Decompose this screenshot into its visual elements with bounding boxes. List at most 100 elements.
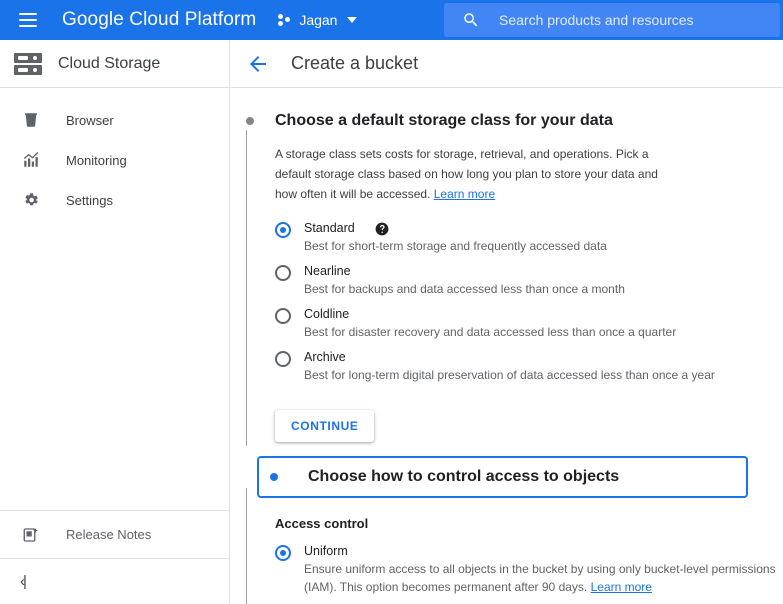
step-connector-line (246, 488, 247, 604)
main-content: Create a bucket Choose a default storage… (230, 40, 783, 604)
radio-label-wrap: Standard (304, 220, 607, 237)
radio-button[interactable] (275, 265, 291, 281)
project-name: Jagan (299, 12, 338, 28)
wizard-step-access-control: Choose how to control access to objects … (230, 446, 783, 604)
step-header[interactable]: Choose a default storage class for your … (246, 100, 783, 142)
radio-text: Nearline Best for backups and data acces… (304, 263, 625, 298)
storage-class-radio-group: Standard Best for short-term storage and… (275, 220, 783, 384)
storage-slot (18, 67, 28, 72)
radio-option-standard[interactable]: Standard Best for short-term storage and… (275, 220, 783, 255)
help-icon[interactable] (375, 222, 389, 236)
cloud-storage-icon (12, 51, 44, 77)
access-control-radio-group: Uniform Ensure uniform access to all obj… (275, 543, 783, 604)
hamburger-line (19, 25, 37, 27)
radio-sublabel: Best for long-term digital preservation … (304, 368, 715, 382)
step-title: Choose how to control access to objects (308, 468, 620, 485)
radio-option-nearline[interactable]: Nearline Best for backups and data acces… (275, 263, 783, 298)
radio-sublabel-text: Ensure uniform access to all objects in … (304, 562, 776, 594)
learn-more-link[interactable]: Learn more (434, 187, 495, 201)
page-body: Cloud Storage Browser Monitoring Setting… (0, 40, 783, 604)
storage-led (33, 55, 37, 60)
radio-label: Standard (304, 221, 355, 235)
project-selector-icon (278, 13, 292, 27)
radio-option-coldline[interactable]: Coldline Best for disaster recovery and … (275, 306, 783, 341)
radio-sublabel: Best for disaster recovery and data acce… (304, 325, 677, 339)
sidebar: Cloud Storage Browser Monitoring Setting… (0, 40, 230, 604)
radio-label: Archive (304, 350, 346, 364)
project-dot (285, 17, 291, 22)
storage-slot (18, 55, 28, 60)
storage-led (33, 67, 37, 72)
hamburger-menu-icon[interactable] (8, 0, 48, 40)
radio-label-wrap: Archive (304, 349, 715, 366)
radio-text: Uniform Ensure uniform access to all obj… (304, 543, 783, 596)
collapse-sidebar-icon[interactable]: ‹| (0, 558, 229, 604)
radio-sublabel: Best for short-term storage and frequent… (304, 239, 607, 253)
storage-bar (14, 64, 42, 75)
sidebar-item-monitoring[interactable]: Monitoring (0, 140, 229, 180)
gear-icon (25, 193, 38, 206)
search-input[interactable] (499, 12, 749, 28)
step-connector-line (246, 130, 247, 446)
brand-title[interactable]: Google Cloud Platform (62, 9, 256, 31)
storage-bar (14, 52, 42, 63)
sidebar-item-release-notes[interactable]: Release Notes (0, 510, 229, 558)
continue-button[interactable]: CONTINUE (275, 410, 375, 442)
radio-label-wrap: Uniform (304, 543, 783, 560)
sidebar-product-title: Cloud Storage (58, 54, 161, 72)
search-box[interactable] (444, 3, 780, 37)
radio-text: Standard Best for short-term storage and… (304, 220, 607, 255)
project-selector[interactable]: Jagan (274, 5, 361, 35)
radio-label: Uniform (304, 544, 348, 558)
wizard-scroll-area: Choose a default storage class for your … (230, 88, 783, 604)
sidebar-item-label: Browser (66, 112, 114, 128)
sidebar-item-settings[interactable]: Settings (0, 180, 229, 220)
radio-option-uniform[interactable]: Uniform Ensure uniform access to all obj… (275, 543, 783, 596)
sidebar-nav: Browser Monitoring Settings (0, 88, 229, 220)
step-bullet-icon (246, 117, 254, 125)
release-notes-icon (23, 527, 38, 542)
radio-sublabel: Ensure uniform access to all objects in … (304, 562, 776, 594)
step-title: Choose a default storage class for your … (275, 112, 613, 129)
hamburger-line (19, 13, 37, 15)
sidebar-item-browser[interactable]: Browser (0, 100, 229, 140)
sidebar-item-label: Monitoring (66, 152, 127, 168)
bucket-icon (25, 113, 37, 127)
chart-icon (23, 152, 39, 167)
sidebar-item-label: Release Notes (66, 527, 152, 542)
learn-more-link[interactable]: Learn more (591, 580, 652, 594)
radio-sublabel: Best for backups and data accessed less … (304, 282, 625, 296)
radio-label-wrap: Nearline (304, 263, 625, 280)
collapse-sidebar-glyph: ‹| (20, 573, 27, 590)
main-header: Create a bucket (230, 40, 783, 88)
chevron-down-icon (347, 17, 358, 23)
step-header[interactable]: Choose how to control access to objects (257, 456, 748, 498)
sidebar-item-label: Settings (66, 192, 113, 208)
back-arrow-icon[interactable] (246, 52, 270, 76)
hamburger-line (19, 19, 37, 21)
wizard-step-storage-class: Choose a default storage class for your … (230, 88, 783, 446)
radio-option-archive[interactable]: Archive Best for long-term digital prese… (275, 349, 783, 384)
step-body: Access control Uniform Ensure uniform ac… (275, 498, 783, 604)
radio-button[interactable] (275, 351, 291, 367)
radio-label-wrap: Coldline (304, 306, 676, 323)
radio-button[interactable] (275, 222, 291, 238)
step-bullet-icon (270, 473, 278, 481)
radio-text: Archive Best for long-term digital prese… (304, 349, 715, 384)
radio-label: Coldline (304, 307, 350, 321)
step-description: A storage class sets costs for storage, … (275, 144, 680, 204)
radio-button[interactable] (275, 545, 291, 561)
search-icon (464, 13, 478, 27)
top-app-bar: Google Cloud Platform Jagan (0, 0, 783, 40)
step-body: A storage class sets costs for storage, … (275, 144, 783, 446)
radio-text: Coldline Best for disaster recovery and … (304, 306, 676, 341)
radio-label: Nearline (304, 264, 351, 278)
app-root: Google Cloud Platform Jagan Search produ… (0, 0, 783, 604)
project-dot (278, 14, 284, 19)
radio-button[interactable] (275, 308, 291, 324)
access-control-heading: Access control (275, 516, 369, 531)
project-dot (278, 21, 284, 26)
sidebar-product-header: Cloud Storage (0, 40, 229, 88)
page-title: Create a bucket (291, 53, 419, 73)
